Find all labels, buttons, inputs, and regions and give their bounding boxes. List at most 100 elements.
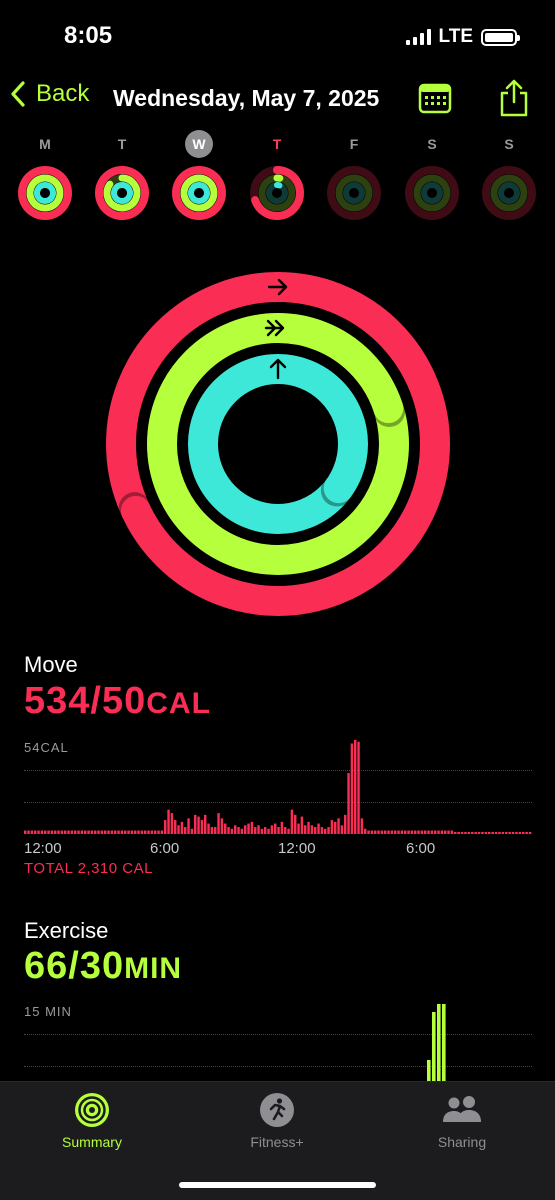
exercise-value-unit: MIN — [124, 952, 183, 985]
move-bar — [87, 830, 90, 834]
share-icon — [500, 79, 528, 117]
tab-fitness-plus[interactable]: Fitness+ — [207, 1092, 347, 1150]
calendar-icon — [418, 83, 452, 114]
move-bar — [37, 830, 40, 834]
move-bar — [297, 823, 300, 834]
move-bar — [467, 832, 471, 834]
move-bar — [350, 743, 354, 834]
move-bar — [484, 832, 488, 834]
move-bar — [474, 832, 477, 834]
exercise-bar — [432, 1012, 436, 1084]
move-bar — [214, 827, 217, 834]
move-bar — [197, 816, 200, 834]
move-bar — [505, 832, 508, 834]
move-bar — [100, 830, 104, 834]
move-bar — [50, 830, 54, 834]
move-bar — [177, 825, 180, 834]
move-bar — [90, 830, 94, 834]
move-bar — [508, 832, 511, 834]
calendar-button[interactable] — [418, 82, 452, 119]
move-bar — [80, 830, 84, 834]
move-bar — [525, 832, 528, 834]
move-bar — [387, 830, 390, 834]
tab-sharing-label: Sharing — [437, 1134, 487, 1150]
day-rings-icon — [95, 166, 149, 220]
move-bar — [200, 820, 204, 834]
move-bar — [340, 825, 344, 834]
move-bar — [444, 830, 447, 834]
move-total: TOTAL 2,310 CAL — [24, 860, 153, 877]
move-bar — [167, 809, 170, 834]
move-bar — [150, 830, 154, 834]
day-rings-icon — [250, 166, 304, 220]
move-bar — [498, 832, 501, 834]
move-bar — [477, 832, 481, 834]
move-bar — [287, 828, 290, 834]
move-bar — [314, 827, 317, 834]
move-bar — [144, 830, 147, 834]
move-bar — [377, 830, 380, 834]
move-bar — [210, 827, 214, 834]
move-bar — [370, 830, 374, 834]
move-value-unit: CAL — [146, 687, 211, 720]
navigation-bar: Back Wednesday, May 7, 2025 — [0, 78, 555, 120]
move-bar — [114, 830, 117, 834]
move-bar — [127, 830, 130, 834]
move-bar — [511, 832, 515, 834]
move-bar — [40, 830, 44, 834]
move-bar — [374, 830, 377, 834]
move-bar — [501, 832, 505, 834]
move-bar — [481, 832, 484, 834]
chevron-left-icon — [11, 81, 25, 107]
move-bar — [464, 832, 467, 834]
week-day-letter: T — [117, 136, 127, 152]
move-bar — [57, 830, 60, 834]
move-bar — [357, 741, 360, 834]
move-bar — [491, 832, 494, 834]
move-bar — [430, 830, 434, 834]
move-bar — [457, 832, 460, 834]
back-button[interactable]: Back — [10, 80, 89, 108]
week-day-0[interactable]: M — [14, 130, 76, 222]
move-bar — [97, 830, 100, 834]
page-title: Wednesday, May 7, 2025 — [113, 85, 380, 111]
move-bar — [384, 830, 387, 834]
move-bar — [217, 813, 220, 834]
move-bar — [130, 830, 134, 834]
tab-sharing[interactable]: Sharing — [392, 1092, 532, 1150]
week-day-3[interactable]: T — [246, 130, 308, 222]
move-bar — [204, 814, 207, 834]
week-day-letter: W — [185, 130, 213, 158]
week-day-letter: S — [504, 136, 514, 152]
move-bar — [70, 830, 74, 834]
move-bar — [44, 830, 47, 834]
move-bar — [364, 828, 367, 834]
move-bar — [522, 832, 525, 834]
week-day-2[interactable]: W — [168, 130, 230, 222]
move-bar — [420, 830, 424, 834]
move-bar — [244, 825, 247, 834]
exercise-bar — [442, 1004, 446, 1084]
move-bar — [64, 830, 67, 834]
move-bar — [94, 830, 97, 834]
move-bar — [494, 832, 498, 834]
move-title: Move — [24, 652, 78, 677]
day-rings-icon — [18, 166, 72, 220]
move-axis-tick: 6:00 — [406, 840, 436, 857]
move-bar — [124, 830, 127, 834]
move-bar — [410, 830, 414, 834]
week-day-4: F — [323, 130, 385, 222]
exercise-value: 66/30MIN — [24, 945, 182, 988]
move-bar — [60, 830, 64, 834]
share-button[interactable] — [498, 78, 530, 123]
exercise-bar — [437, 1004, 441, 1084]
move-bar — [380, 830, 384, 834]
week-day-1[interactable]: T — [91, 130, 153, 222]
move-chart: 54CAL — [24, 740, 532, 840]
move-bar — [260, 828, 264, 834]
week-day-letter: M — [39, 136, 51, 152]
home-indicator[interactable] — [179, 1182, 376, 1188]
tab-summary[interactable]: Summary — [22, 1092, 162, 1150]
move-bar — [227, 827, 230, 834]
move-bar — [307, 821, 310, 834]
